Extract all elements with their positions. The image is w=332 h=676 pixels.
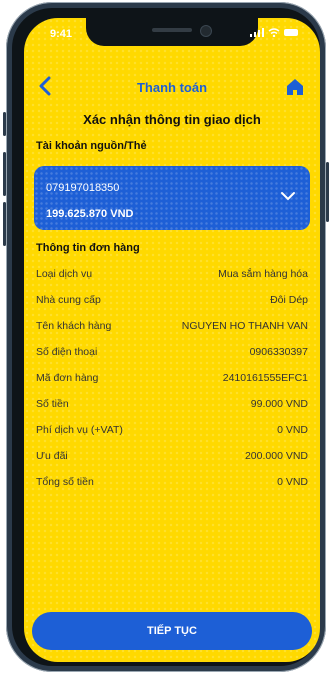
row-label: Loại dịch vụ	[36, 268, 93, 280]
notch	[86, 18, 258, 46]
row-value: 2410161555EFC1	[222, 372, 308, 384]
order-row-amount: Số tiền 99.000 VND	[36, 398, 308, 410]
status-time: 9:41	[50, 28, 73, 40]
speaker	[152, 28, 192, 32]
row-label: Số điện thoại	[36, 346, 98, 358]
volume-down-button	[3, 202, 6, 246]
confirm-title: Xác nhận thông tin giao dịch	[83, 112, 261, 127]
order-row-total: Tổng số tiền 0 VND	[36, 476, 308, 488]
status-icons	[250, 28, 298, 37]
row-label: Phí dịch vụ (+VAT)	[36, 424, 123, 436]
row-label: Số tiền	[36, 398, 69, 410]
row-label: Nhà cung cấp	[36, 294, 101, 306]
row-value: 0906330397	[249, 346, 308, 358]
row-value: 0 VND	[277, 476, 308, 488]
row-label: Ưu đãi	[36, 450, 68, 462]
order-row-phone: Số điện thoại 0906330397	[36, 346, 308, 358]
mute-switch	[3, 112, 6, 136]
row-label: Tên khách hàng	[36, 320, 112, 332]
power-button	[326, 162, 329, 222]
row-label: Tổng số tiền	[36, 476, 94, 488]
volume-up-button	[3, 152, 6, 196]
order-info-label: Thông tin đơn hàng	[36, 242, 140, 254]
source-account-card[interactable]: 079197018350 199.625.870 VND	[34, 166, 310, 230]
row-value: Đôi Dép	[270, 294, 308, 306]
order-row-fee: Phí dịch vụ (+VAT) 0 VND	[36, 424, 308, 436]
header: Thanh toán	[24, 76, 320, 100]
order-row-discount: Ưu đãi 200.000 VND	[36, 450, 308, 462]
page-title: Thanh toán	[136, 80, 208, 95]
row-value: NGUYEN HO THANH VAN	[181, 320, 308, 332]
chevron-down-icon[interactable]	[280, 188, 296, 204]
camera	[200, 25, 212, 37]
battery-icon	[284, 29, 298, 36]
continue-button[interactable]: TIẾP TỤC	[32, 612, 312, 650]
order-row-service-type: Loại dịch vụ Mua sắm hàng hóa	[36, 268, 308, 280]
order-row-provider: Nhà cung cấp Đôi Dép	[36, 294, 308, 306]
screen: 9:41 Thanh toán Xác nhận thông tin giao …	[24, 18, 320, 662]
signal-icon	[250, 28, 264, 37]
phone-frame: 9:41 Thanh toán Xác nhận thông tin giao …	[3, 2, 329, 672]
row-value: 99.000 VND	[250, 398, 308, 410]
account-number: 079197018350	[46, 182, 120, 194]
row-value: 0 VND	[277, 424, 308, 436]
source-account-label: Tài khoản nguồn/Thẻ	[36, 140, 147, 152]
order-row-order-id: Mã đơn hàng 2410161555EFC1	[36, 372, 308, 384]
home-icon[interactable]	[286, 78, 304, 96]
account-balance: 199.625.870 VND	[46, 208, 134, 220]
row-value: 200.000 VND	[244, 450, 308, 462]
wifi-icon	[268, 28, 280, 37]
order-row-customer-name: Tên khách hàng NGUYEN HO THANH VAN	[36, 320, 308, 332]
row-value: Mua sắm hàng hóa	[218, 268, 308, 280]
row-label: Mã đơn hàng	[36, 372, 99, 384]
